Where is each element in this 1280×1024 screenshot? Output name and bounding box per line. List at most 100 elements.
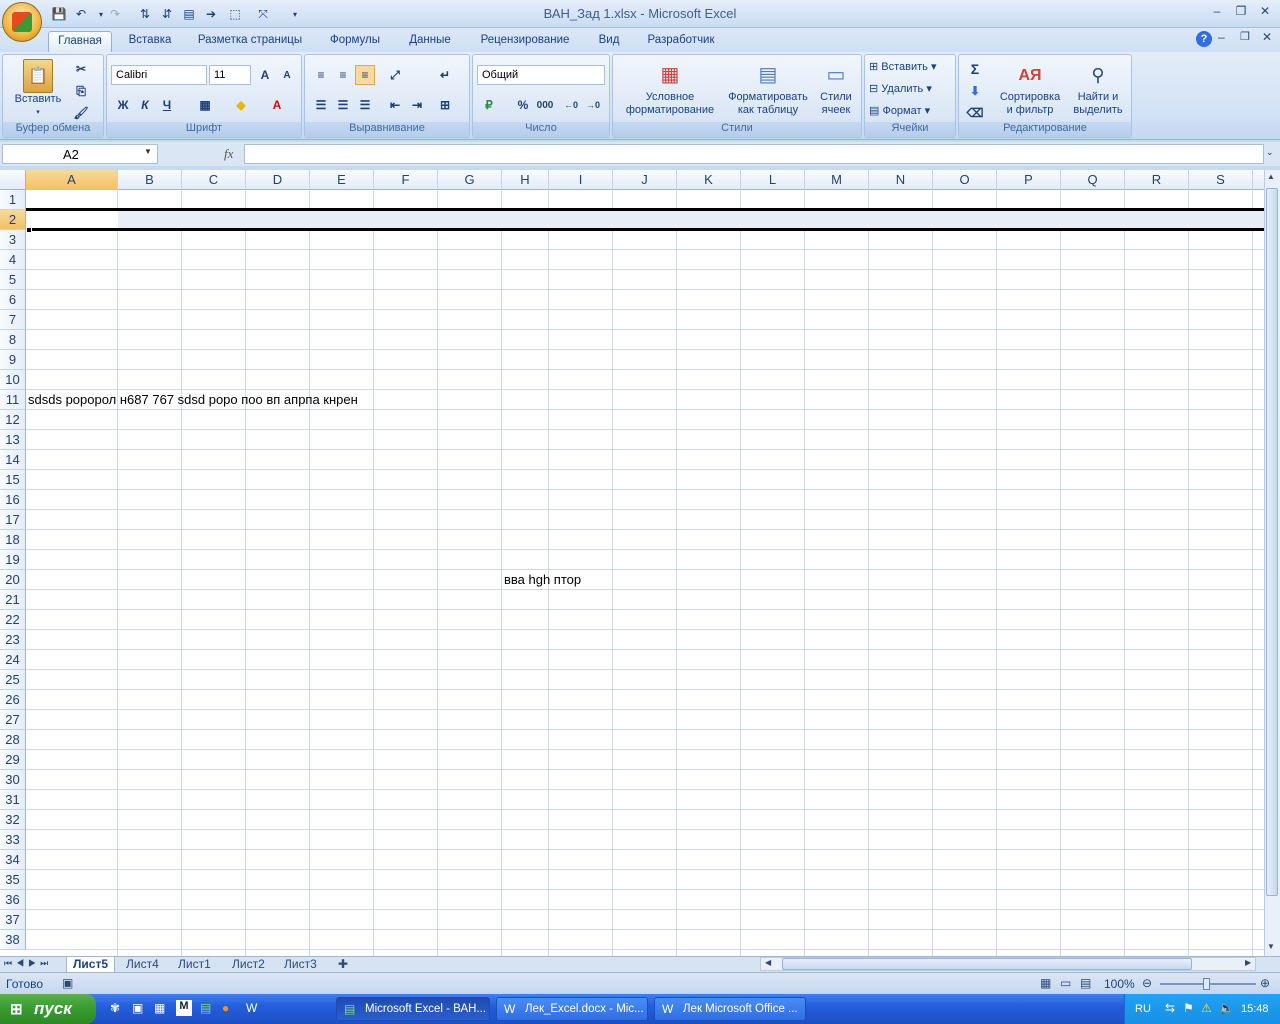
decrease-indent-icon[interactable]: ⇤	[385, 95, 405, 115]
tab-review[interactable]: Рецензирование	[472, 31, 578, 52]
conditional-formatting-button[interactable]: ▦ Условное форматирование	[617, 59, 723, 117]
wrap-text-icon[interactable]: ↵	[435, 65, 455, 85]
sheet-nav-icons[interactable]: ⏮◀▶⏭	[4, 958, 52, 969]
fill-icon[interactable]: ⬇	[965, 81, 985, 101]
macro-record-icon[interactable]: ▣	[62, 976, 73, 990]
row-header-19[interactable]: 19	[0, 550, 26, 570]
close-button[interactable]: ✕	[1254, 4, 1276, 22]
row-header-29[interactable]: 29	[0, 750, 26, 770]
clear-icon[interactable]: ⌫	[965, 103, 985, 123]
font-color-icon[interactable]: A	[267, 95, 287, 115]
align-middle-icon[interactable]: ≡	[333, 65, 353, 85]
thousands-button[interactable]: 000	[535, 95, 555, 115]
decrease-decimal-icon[interactable]: →0	[583, 95, 603, 115]
row-header-21[interactable]: 21	[0, 590, 26, 610]
row-header-28[interactable]: 28	[0, 730, 26, 750]
row-header-16[interactable]: 16	[0, 490, 26, 510]
row-header-26[interactable]: 26	[0, 690, 26, 710]
office-button[interactable]	[2, 2, 42, 42]
tray-warning-icon[interactable]: ⚠	[1201, 1001, 1212, 1015]
format-cells-button[interactable]: ▤ Формат ▾	[869, 105, 930, 118]
row-header-2[interactable]: 2	[0, 210, 26, 230]
sheet-tab-list3[interactable]: Лист3	[278, 957, 323, 973]
row-header-34[interactable]: 34	[0, 850, 26, 870]
quicklaunch-word-icon[interactable]: W	[246, 1001, 257, 1015]
align-right-icon[interactable]: ☰	[355, 95, 375, 115]
borders-icon[interactable]: ▦	[195, 95, 215, 115]
quicklaunch-icon-m[interactable]: M	[176, 1000, 192, 1016]
row-header-14[interactable]: 14	[0, 450, 26, 470]
tab-view[interactable]: Вид	[590, 31, 628, 52]
active-cell[interactable]	[26, 210, 118, 230]
sheet-tab-list2[interactable]: Лист2	[226, 957, 271, 973]
maximize-button[interactable]: ❐	[1230, 4, 1252, 22]
currency-icon[interactable]: ₽	[479, 95, 499, 115]
align-center-icon[interactable]: ☰	[333, 95, 353, 115]
increase-indent-icon[interactable]: ⇥	[407, 95, 427, 115]
tray-network-icon[interactable]: ⇆	[1165, 1001, 1175, 1015]
tab-formulas[interactable]: Формулы	[322, 31, 388, 52]
language-indicator[interactable]: RU	[1135, 1003, 1151, 1015]
increase-decimal-icon[interactable]: ←0	[561, 95, 581, 115]
row-header-11[interactable]: 11	[0, 390, 26, 410]
zoom-in-icon[interactable]: ⊕	[1260, 976, 1270, 990]
cell-styles-button[interactable]: ▭ Стили ячеек	[811, 59, 861, 117]
sheet-tab-list4[interactable]: Лист4	[120, 957, 165, 973]
start-button[interactable]: ⊞ пуск	[0, 994, 96, 1024]
quicklaunch-icon-2[interactable]: ▣	[132, 1001, 143, 1015]
row-header-18[interactable]: 18	[0, 530, 26, 550]
underline-button[interactable]: Ч	[157, 95, 177, 115]
fill-color-icon[interactable]: ◆	[231, 95, 251, 115]
scroll-down-icon[interactable]: ▼	[1267, 942, 1275, 951]
quicklaunch-icon-3[interactable]: ▦	[154, 1001, 165, 1015]
name-box-dropdown-icon[interactable]: ▼	[144, 147, 152, 156]
normal-view-icon[interactable]: ▦	[1040, 976, 1051, 990]
delete-cells-button[interactable]: ⊟ Удалить ▾	[869, 83, 932, 96]
page-break-view-icon[interactable]: ▤	[1080, 976, 1091, 990]
ribbon-restore-icon[interactable]: ❐	[1240, 30, 1250, 43]
help-icon[interactable]: ?	[1196, 31, 1212, 47]
row-header-6[interactable]: 6	[0, 290, 26, 310]
task-word-lek-office[interactable]: Лек Microsoft Office ...	[654, 997, 806, 1021]
row-header-32[interactable]: 32	[0, 810, 26, 830]
row-header-5[interactable]: 5	[0, 270, 26, 290]
minimize-button[interactable]: ‒	[1206, 4, 1228, 22]
row-header-8[interactable]: 8	[0, 330, 26, 350]
number-format-select[interactable]: Общий	[477, 65, 605, 85]
find-select-button[interactable]: ⚲ Найти и выделить	[1067, 59, 1129, 117]
row-header-25[interactable]: 25	[0, 670, 26, 690]
row-header-30[interactable]: 30	[0, 770, 26, 790]
row-header-13[interactable]: 13	[0, 430, 26, 450]
row-header-3[interactable]: 3	[0, 230, 26, 250]
page-layout-view-icon[interactable]: ▭	[1060, 976, 1071, 990]
row-header-10[interactable]: 10	[0, 370, 26, 390]
fill-handle[interactable]	[26, 227, 32, 233]
tray-flag-icon[interactable]: ⚑	[1183, 1001, 1194, 1015]
row-header-22[interactable]: 22	[0, 610, 26, 630]
tab-page-layout[interactable]: Разметка страницы	[192, 31, 308, 52]
vertical-scroll-thumb[interactable]	[1266, 188, 1278, 896]
sheet-tab-list1[interactable]: Лист1	[172, 957, 217, 973]
format-painter-icon[interactable]: 🖌	[71, 103, 91, 123]
row-header-1[interactable]: 1	[0, 190, 26, 210]
row-header-31[interactable]: 31	[0, 790, 26, 810]
row-header-9[interactable]: 9	[0, 350, 26, 370]
row-header-35[interactable]: 35	[0, 870, 26, 890]
formula-input[interactable]	[244, 144, 1264, 164]
paste-button[interactable]: 📋 Вставить ▾	[13, 59, 63, 119]
scroll-left-icon[interactable]: ◀	[765, 958, 771, 967]
merge-cells-icon[interactable]: ⊞	[435, 95, 455, 115]
align-bottom-icon[interactable]: ≡	[355, 65, 375, 85]
italic-button[interactable]: К	[135, 95, 155, 115]
row-header-15[interactable]: 15	[0, 470, 26, 490]
row-header-27[interactable]: 27	[0, 710, 26, 730]
row-header-4[interactable]: 4	[0, 250, 26, 270]
row-header-33[interactable]: 33	[0, 830, 26, 850]
scroll-up-icon[interactable]: ▲	[1267, 172, 1275, 181]
insert-sheet-icon[interactable]: ✚	[338, 957, 348, 971]
row-header-20[interactable]: 20	[0, 570, 26, 590]
cell-h20[interactable]: вва hgh птор	[504, 570, 581, 590]
ribbon-minimize-icon[interactable]: ‒	[1218, 30, 1225, 44]
tab-home[interactable]: Главная	[48, 31, 112, 52]
row-header-23[interactable]: 23	[0, 630, 26, 650]
